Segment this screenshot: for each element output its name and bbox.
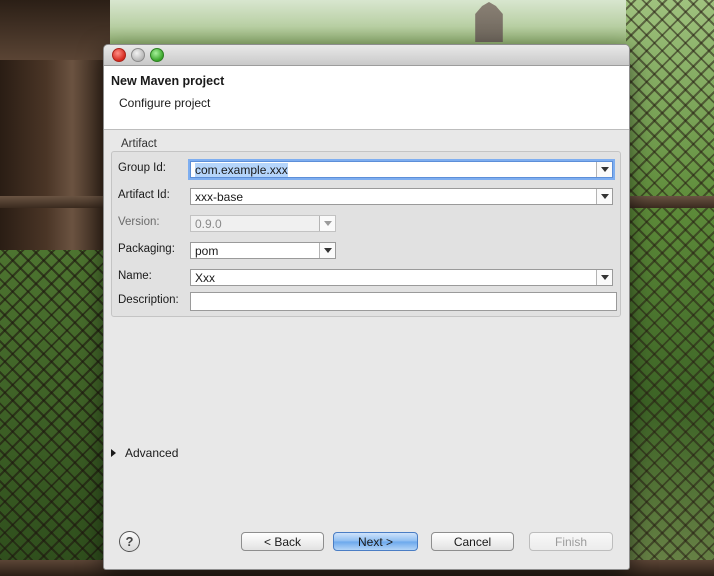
background-foliage [103, 0, 628, 44]
advanced-section-toggle[interactable]: Advanced [111, 446, 178, 460]
finish-button: Finish [529, 532, 613, 551]
title-bar [104, 45, 629, 66]
advanced-label: Advanced [125, 446, 179, 460]
next-button[interactable]: Next > [333, 532, 418, 551]
artifact-id-combo[interactable]: xxx-base [190, 188, 613, 205]
version-label: Version: [118, 216, 160, 228]
chevron-down-icon[interactable] [596, 162, 612, 177]
packaging-combo[interactable]: pom [190, 242, 336, 259]
packaging-value: pom [195, 243, 219, 258]
background-beam [0, 0, 110, 60]
chevron-down-icon[interactable] [596, 189, 612, 204]
version-value: 0.9.0 [195, 216, 222, 231]
cancel-button[interactable]: Cancel [431, 532, 514, 551]
name-value: Xxx [195, 270, 216, 285]
group-id-combo[interactable]: com.example.xxx [190, 161, 613, 178]
wizard-header: New Maven project Configure project [104, 66, 629, 130]
back-button[interactable]: < Back [241, 532, 324, 551]
name-combo[interactable]: Xxx [190, 269, 613, 286]
background-net-left [0, 250, 103, 576]
wizard-subtitle: Configure project [119, 96, 211, 110]
description-field[interactable] [190, 292, 617, 311]
artifact-group: Group Id: com.example.xxx Artifact Id: x… [111, 151, 621, 317]
disclosure-triangle-icon[interactable] [111, 449, 116, 457]
new-maven-project-dialog: New Maven project Configure project Arti… [103, 44, 630, 570]
chevron-down-icon[interactable] [596, 270, 612, 285]
packaging-label: Packaging: [118, 243, 175, 255]
help-icon[interactable]: ? [119, 531, 140, 552]
artifact-id-value: xxx-base [195, 189, 244, 204]
name-label: Name: [118, 270, 152, 282]
zoom-window-button[interactable] [150, 48, 164, 62]
close-window-button[interactable] [112, 48, 126, 62]
group-id-value: com.example.xxx [195, 162, 288, 177]
minimize-window-button[interactable] [131, 48, 145, 62]
chevron-down-icon[interactable] [319, 243, 335, 258]
artifact-id-label: Artifact Id: [118, 189, 170, 201]
chevron-down-icon [319, 216, 335, 231]
group-id-label: Group Id: [118, 162, 166, 174]
version-combo: 0.9.0 [190, 215, 336, 232]
background-net-right [626, 0, 714, 576]
wizard-title: New Maven project [111, 74, 225, 88]
artifact-group-label: Artifact [121, 138, 157, 150]
description-label: Description: [118, 294, 179, 306]
